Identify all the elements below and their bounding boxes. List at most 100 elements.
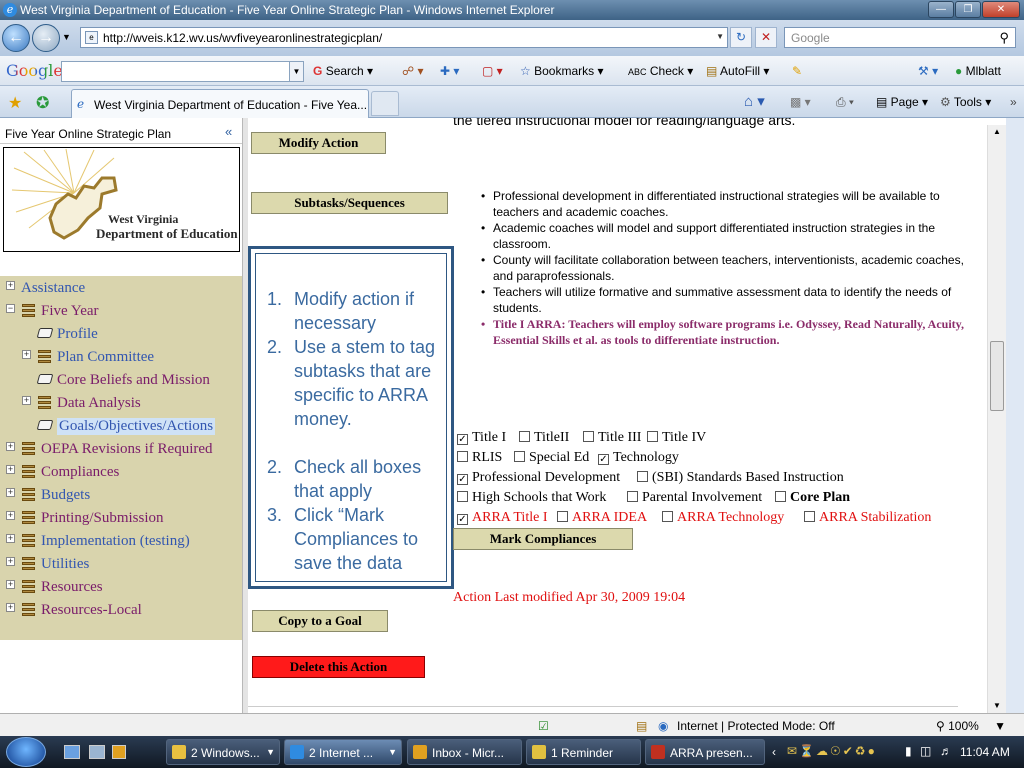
toolbar-add-icon[interactable]: ✚ ▾: [440, 64, 459, 78]
compliance-checkbox-rlis[interactable]: RLIS: [457, 450, 502, 466]
back-button[interactable]: ←: [2, 24, 30, 52]
refresh-button[interactable]: ↻: [730, 27, 752, 48]
sidebar-item-utilities[interactable]: + Utilities: [0, 556, 242, 576]
checkbox-square[interactable]: [804, 511, 815, 522]
google-search-button[interactable]: G Search ▾: [313, 64, 373, 78]
checkbox-square[interactable]: [583, 431, 594, 442]
checkbox-square[interactable]: [457, 451, 468, 462]
checkbox-square[interactable]: ✓: [457, 514, 468, 525]
expand-icon[interactable]: +: [6, 580, 15, 589]
maximize-button[interactable]: ❐: [955, 1, 981, 18]
compliance-checkbox-titleii[interactable]: TitleII: [519, 430, 569, 446]
print-icon[interactable]: ⎙ ▾: [836, 95, 854, 110]
stop-button[interactable]: ✕: [755, 27, 777, 48]
checkbox-square[interactable]: ✓: [457, 474, 468, 485]
zoom-control[interactable]: ⚲ 100% ▼: [936, 719, 1006, 733]
address-bar[interactable]: e http://wveis.k12.wv.us/wvfiveyearonlin…: [80, 27, 728, 48]
media-player-icon[interactable]: [112, 745, 126, 759]
toolbar-tool-icon[interactable]: ☍ ▾: [402, 64, 424, 78]
compliance-checkbox-technology[interactable]: ✓ Technology: [598, 450, 679, 466]
expand-icon[interactable]: +: [6, 534, 15, 543]
taskbar-button[interactable]: Inbox - Micr...: [407, 739, 522, 765]
spell-check-button[interactable]: ABC Check ▾: [628, 64, 693, 78]
checkbox-square[interactable]: [457, 491, 468, 502]
add-favorites-icon[interactable]: ✪: [36, 93, 49, 113]
sidebar-item-core-beliefs-and-mission[interactable]: Core Beliefs and Mission: [0, 372, 242, 392]
compliance-checkbox-title-iv[interactable]: Title IV: [647, 430, 706, 446]
checkbox-square[interactable]: ✓: [457, 434, 468, 445]
account-button[interactable]: ● Mlblatt: [955, 64, 1001, 78]
sidebar-item-implementation-testing[interactable]: + Implementation (testing): [0, 533, 242, 553]
expand-icon[interactable]: +: [6, 442, 15, 451]
compliance-checkbox-arra-title-i[interactable]: ✓ ARRA Title I: [457, 510, 547, 526]
wrench-icon[interactable]: ⚒ ▾: [918, 64, 938, 78]
compliance-checkbox-title-i[interactable]: ✓ Title I: [457, 430, 506, 446]
search-box[interactable]: Google ⚲: [784, 27, 1016, 48]
feeds-icon[interactable]: ▩ ▾: [790, 95, 811, 109]
tray-expand-icon[interactable]: ‹: [772, 745, 776, 759]
volume-icon[interactable]: ♬: [940, 744, 952, 758]
sidebar-item-data-analysis[interactable]: + Data Analysis: [0, 395, 242, 415]
sidebar-item-compliances[interactable]: + Compliances: [0, 464, 242, 484]
compliance-checkbox-special-ed[interactable]: Special Ed: [514, 450, 589, 466]
sidebar-item-printing-submission[interactable]: + Printing/Submission: [0, 510, 242, 530]
checkbox-square[interactable]: [647, 431, 658, 442]
sidebar-item-plan-committee[interactable]: + Plan Committee: [0, 349, 242, 369]
modify-action-button[interactable]: Modify Action: [251, 132, 386, 154]
clock[interactable]: 11:04 AM: [960, 745, 1010, 759]
new-tab-button[interactable]: [371, 91, 399, 116]
expand-icon[interactable]: +: [6, 603, 15, 612]
checkbox-square[interactable]: [637, 471, 648, 482]
checkbox-square[interactable]: [662, 511, 673, 522]
recent-pages-dropdown[interactable]: ▼: [62, 32, 71, 42]
expand-icon[interactable]: +: [6, 465, 15, 474]
more-chevron-icon[interactable]: »: [1010, 95, 1017, 109]
taskbar-button[interactable]: ARRA presen...: [645, 739, 765, 765]
taskbar-button[interactable]: 1 Reminder: [526, 739, 641, 765]
expand-icon[interactable]: +: [22, 396, 31, 405]
checkbox-square[interactable]: [557, 511, 568, 522]
show-desktop-icon[interactable]: [64, 745, 80, 759]
forward-button[interactable]: →: [32, 24, 60, 52]
minimize-button[interactable]: —: [928, 1, 954, 18]
compliance-checkbox-title-iii[interactable]: Title III: [583, 430, 641, 446]
compliance-checkbox-professional-development[interactable]: ✓ Professional Development: [457, 470, 620, 486]
switch-windows-icon[interactable]: [89, 745, 105, 759]
autofill-button[interactable]: ▤ AutoFill ▾: [706, 64, 769, 78]
chevron-down-icon[interactable]: ▼: [289, 62, 303, 81]
sidebar-item-oepa-revisions-if-required[interactable]: + OEPA Revisions if Required: [0, 441, 242, 461]
tools-menu[interactable]: ⚙ Tools ▾: [940, 95, 991, 109]
taskbar-button[interactable]: 2 Internet ... ▼: [284, 739, 402, 765]
close-button[interactable]: ✕: [982, 1, 1020, 18]
expand-icon[interactable]: +: [6, 511, 15, 520]
scrollbar-thumb[interactable]: [990, 341, 1004, 411]
compliance-checkbox-core-plan[interactable]: Core Plan: [775, 490, 850, 506]
sidebar-item-goals-objectives-actions[interactable]: Goals/Objectives/Actions: [0, 418, 242, 438]
page-menu[interactable]: ▤ Page ▾: [876, 95, 928, 109]
sidebar-item-five-year[interactable]: − Five Year: [0, 303, 242, 323]
favorites-star-icon[interactable]: ★: [8, 93, 22, 113]
address-dropdown-icon[interactable]: ▼: [716, 32, 724, 41]
bookmarks-button[interactable]: ☆ Bookmarks ▾: [520, 64, 604, 78]
scroll-down-icon[interactable]: ▼: [993, 701, 1001, 710]
expand-icon[interactable]: +: [6, 557, 15, 566]
compliance-checkbox-sbi-standards-based-instruction[interactable]: (SBI) Standards Based Instruction: [637, 470, 844, 486]
network-icon[interactable]: ◫: [920, 744, 931, 758]
start-button[interactable]: [6, 737, 46, 767]
tab-active[interactable]: e West Virginia Department of Education …: [71, 89, 369, 118]
taskbar-button[interactable]: 2 Windows... ▼: [166, 739, 280, 765]
sidebar-item-assistance[interactable]: + Assistance: [0, 280, 242, 300]
compliance-checkbox-parental-involvement[interactable]: Parental Involvement: [627, 490, 762, 506]
chevron-down-icon[interactable]: ▼: [266, 747, 275, 757]
checkbox-square[interactable]: [519, 431, 530, 442]
checkbox-square[interactable]: [627, 491, 638, 502]
popup-blocker-icon[interactable]: ▢ ▾: [482, 64, 503, 78]
expand-icon[interactable]: +: [6, 281, 15, 290]
compliance-checkbox-arra-idea[interactable]: ARRA IDEA: [557, 510, 647, 526]
mark-compliances-button[interactable]: Mark Compliances: [453, 528, 633, 550]
expand-icon[interactable]: +: [22, 350, 31, 359]
copy-to-goal-button[interactable]: Copy to a Goal: [252, 610, 388, 632]
sidebar-item-profile[interactable]: Profile: [0, 326, 242, 346]
compliance-checkbox-arra-stabilization[interactable]: ARRA Stabilization: [804, 510, 931, 526]
vertical-scrollbar[interactable]: ▲ ▼: [987, 125, 1006, 713]
